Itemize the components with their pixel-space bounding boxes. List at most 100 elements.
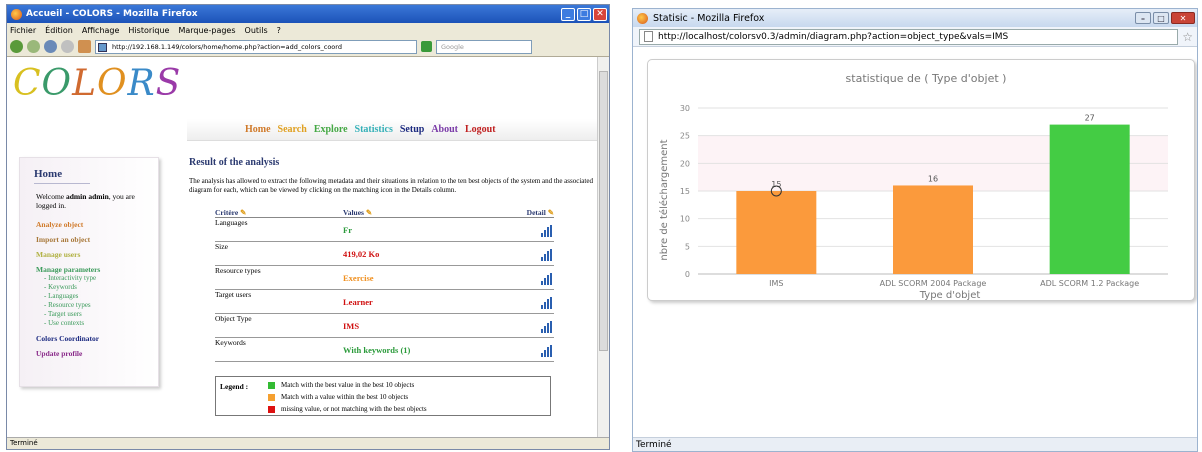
legend-label: Match with the best value in the best 10… (281, 381, 415, 389)
detail-chart-icon[interactable] (499, 338, 554, 361)
detail-chart-icon[interactable] (499, 218, 554, 241)
close-button[interactable]: ✕ (1171, 12, 1195, 24)
address-bar[interactable]: http://192.168.1.149/colors/home/home.ph… (95, 39, 417, 54)
y-tick-label: 30 (680, 104, 690, 113)
sidebar-item-analyze-object[interactable]: Analyze object (20, 220, 158, 229)
nav-statistics[interactable]: Statistics (355, 124, 393, 135)
row-value: Exercise (343, 273, 374, 283)
header-values[interactable]: Values ✎ (343, 208, 499, 217)
title-bar: Accueil - COLORS - Mozilla Firefox _ □ ✕ (7, 5, 609, 23)
address-bar[interactable]: http://localhost/colorsv0.3/admin/diagra… (639, 28, 1179, 45)
nav-setup[interactable]: Setup (400, 124, 424, 135)
nav-about[interactable]: About (431, 124, 458, 135)
home-icon[interactable] (78, 40, 91, 53)
sidebar-item-import-object[interactable]: Import an object (20, 235, 158, 244)
colors-firefox-window: Accueil - COLORS - Mozilla Firefox _ □ ✕… (6, 4, 610, 450)
sidebar-item-colors-coordinator[interactable]: Colors Coordinator (20, 334, 158, 343)
detail-chart-icon[interactable] (499, 290, 554, 313)
sidebar-subitem-languages[interactable]: - Languages (20, 292, 158, 301)
forward-icon[interactable] (27, 40, 40, 53)
minimize-button[interactable]: – (1135, 12, 1151, 24)
window-title: Statisic - Mozilla Firefox (653, 12, 765, 24)
row-value: 419,02 Ko (343, 249, 380, 259)
header-detail[interactable]: Detail ✎ (499, 208, 554, 217)
row-value: IMS (343, 321, 360, 331)
sort-icon: ✎ (547, 208, 554, 217)
search-input[interactable]: Google (436, 39, 532, 54)
nav-logout[interactable]: Logout (465, 124, 496, 135)
legend-box: Legend : Match with the best value in th… (215, 376, 551, 416)
legend-label: missing value, or not matching with the … (281, 405, 427, 413)
sort-icon: ✎ (365, 208, 373, 217)
page-content: COLORS Home Search Explore Statistics Se… (7, 57, 597, 437)
maximize-button[interactable]: □ (1153, 12, 1169, 24)
legend-title: Legend : (220, 382, 249, 391)
y-tick-label: 15 (680, 187, 690, 196)
menu-edition[interactable]: Édition (45, 26, 73, 35)
title-bar: Statisic - Mozilla Firefox – □ ✕ (633, 9, 1197, 27)
row-criterion: Languages (215, 218, 248, 227)
row-criterion: Size (215, 242, 228, 251)
detail-chart-icon[interactable] (499, 314, 554, 337)
firefox-icon (637, 12, 648, 24)
x-tick-label: IMS (769, 279, 783, 288)
main-content: Result of the analysis The analysis has … (189, 157, 593, 416)
sidebar-subitem-interactivity[interactable]: - Interactivity type (20, 274, 158, 283)
sidebar-item-update-profile[interactable]: Update profile (20, 349, 158, 358)
firefox-icon (11, 8, 22, 20)
legend-item: missing value, or not matching with the … (268, 405, 427, 413)
header-critere[interactable]: Critère ✎ (215, 208, 343, 217)
nav-explore[interactable]: Explore (314, 124, 348, 135)
x-tick-label: ADL SCORM 2004 Package (880, 279, 987, 288)
search-placeholder: Google (441, 42, 464, 51)
sidebar-divider (34, 183, 90, 184)
sidebar-item-manage-users[interactable]: Manage users (20, 250, 158, 259)
detail-chart-icon[interactable] (499, 242, 554, 265)
main-nav: Home Search Explore Statistics Setup Abo… (187, 119, 597, 141)
row-criterion: Target users (215, 290, 252, 299)
stop-icon[interactable] (61, 40, 74, 53)
sidebar-subitem-target-users[interactable]: - Target users (20, 310, 158, 319)
table-row: Size 419,02 Ko (215, 242, 554, 266)
x-tick-label: ADL SCORM 1.2 Package (1040, 279, 1139, 288)
table-header: Critère ✎ Values ✎ Detail ✎ (215, 208, 554, 218)
vertical-scrollbar[interactable] (597, 57, 609, 437)
scrollbar-thumb[interactable] (599, 71, 608, 351)
back-icon[interactable] (10, 40, 23, 53)
status-bar: Terminé (633, 437, 1197, 451)
menu-historique[interactable]: Historique (128, 26, 169, 35)
table-row: Resource types Exercise (215, 266, 554, 290)
row-criterion: Object Type (215, 314, 252, 323)
page-title: Result of the analysis (189, 157, 280, 168)
detail-chart-icon[interactable] (499, 266, 554, 289)
maximize-button[interactable]: □ (577, 7, 591, 21)
row-value: Fr (343, 225, 352, 235)
bar-chart: statistique de ( Type d'objet ) nbre de … (658, 72, 1168, 301)
menu-marque-pages[interactable]: Marque-pages (178, 26, 235, 35)
red-swatch (268, 405, 275, 413)
menu-affichage[interactable]: Affichage (82, 26, 120, 35)
go-icon[interactable] (421, 41, 432, 52)
minimize-button[interactable]: _ (561, 7, 575, 21)
sidebar-subitem-use-contexts[interactable]: - Use contexts (20, 319, 158, 328)
page-icon (644, 31, 653, 42)
bookmark-star-icon[interactable]: ☆ (1178, 30, 1197, 44)
menu-fichier[interactable]: Fichier (10, 26, 36, 35)
y-axis-label: nbre de téléchargement (658, 139, 670, 260)
menu-outils[interactable]: Outils (245, 26, 268, 35)
table-row: Keywords With keywords (1) (215, 338, 554, 362)
status-bar: Terminé (7, 437, 609, 449)
reload-icon[interactable] (44, 40, 57, 53)
close-button[interactable]: ✕ (593, 7, 607, 21)
menu-help[interactable]: ? (277, 26, 281, 35)
row-value: Learner (343, 297, 373, 307)
nav-search[interactable]: Search (278, 124, 307, 135)
sidebar: Home Welcome admin admin, you are logged… (19, 157, 159, 387)
bar-1 (893, 185, 973, 274)
sidebar-item-manage-parameters[interactable]: Manage parameters (20, 265, 158, 274)
sidebar-subitem-keywords[interactable]: - Keywords (20, 283, 158, 292)
nav-home[interactable]: Home (245, 124, 271, 135)
chart-panel: statistique de ( Type d'objet ) nbre de … (647, 59, 1195, 301)
chart-title: statistique de ( Type d'objet ) (846, 72, 1007, 85)
sidebar-subitem-resource-types[interactable]: - Resource types (20, 301, 158, 310)
